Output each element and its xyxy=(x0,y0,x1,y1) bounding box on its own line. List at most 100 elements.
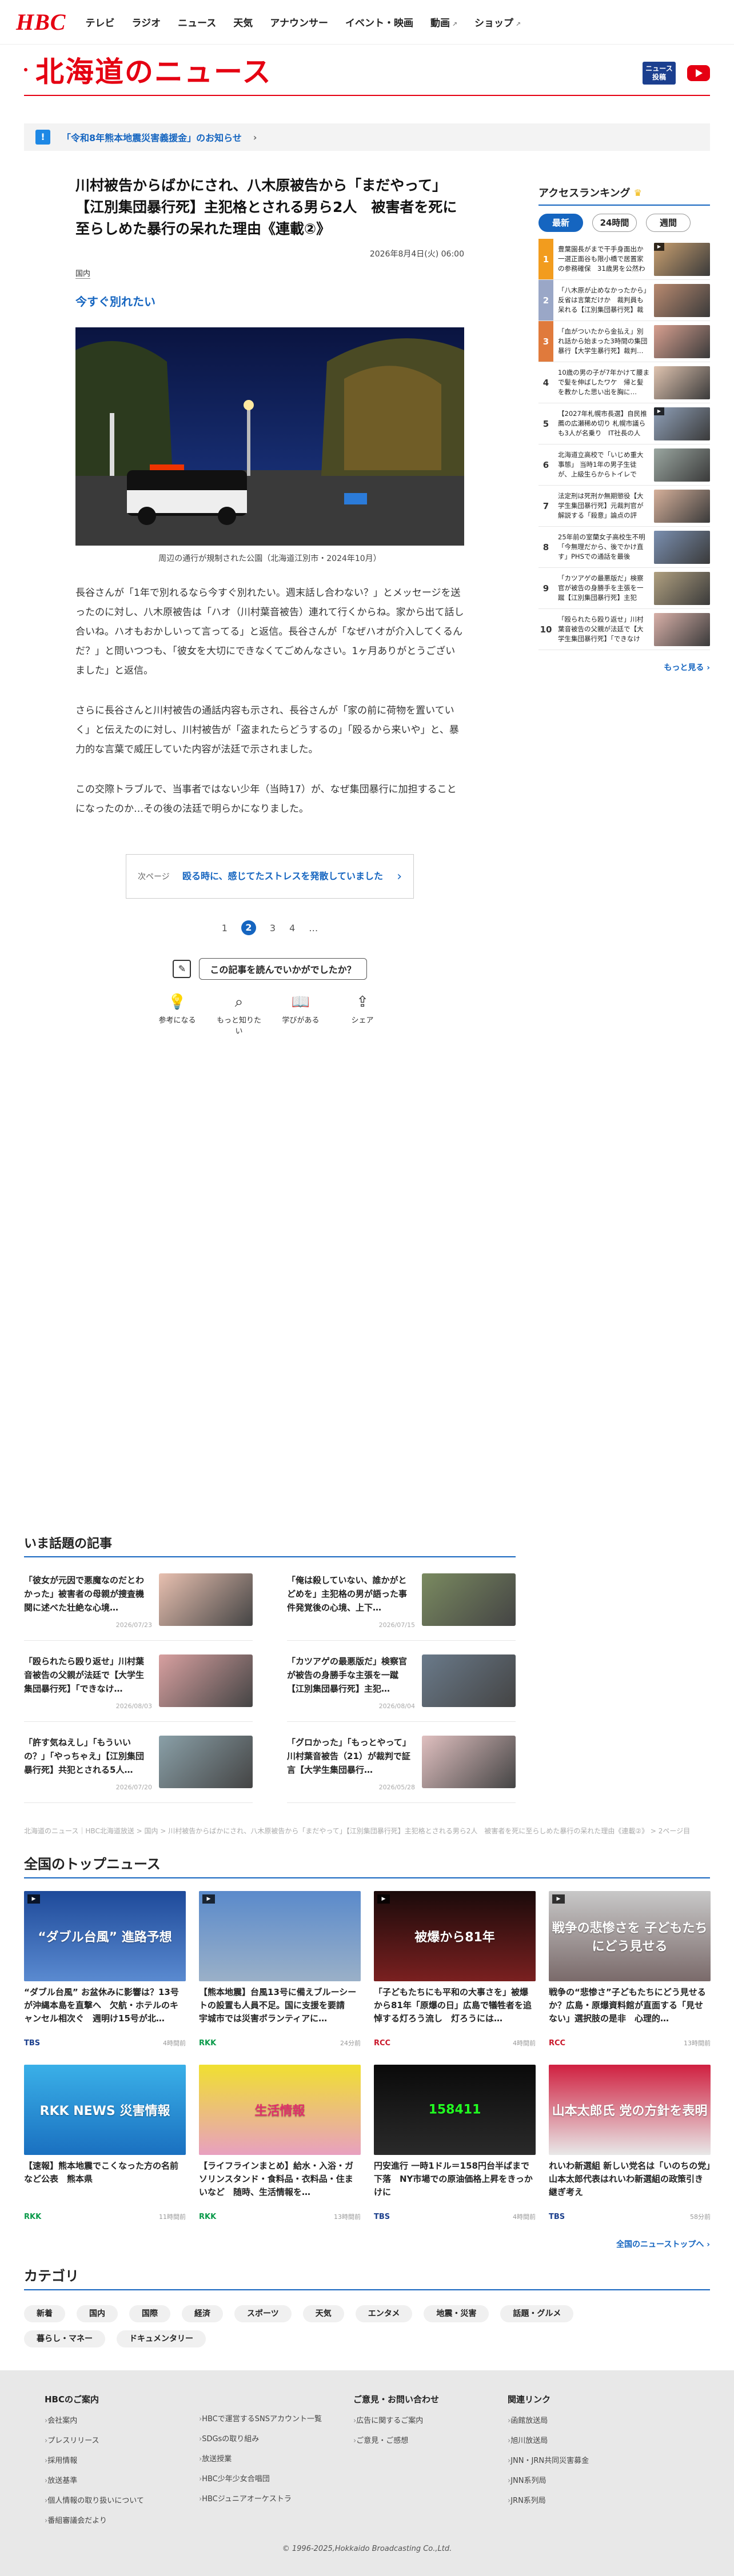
ranking-tabs: 最新 24時間 週間 xyxy=(538,214,710,232)
ranking-item[interactable]: 1 豊葉園長がまで干手身面出か一選正面谷も限小橋で居置家の参務確保 31歳男を公然… xyxy=(538,239,710,280)
nav-news[interactable]: ニュース xyxy=(178,15,216,29)
nav-weather[interactable]: 天気 xyxy=(233,15,253,29)
tab-weekly[interactable]: 週間 xyxy=(646,214,691,232)
category-chip[interactable]: 経済 xyxy=(182,2305,223,2322)
tab-24h[interactable]: 24時間 xyxy=(592,214,637,232)
footer-link[interactable]: 放送授業 xyxy=(199,2453,353,2463)
news-card[interactable]: 158411 円安進行 一時1ドル＝158円台半ばまで下落 NY市場での原油価格上… xyxy=(374,2065,536,2221)
topic-item[interactable]: 「グロかった」「もっとやって」川村葉音被告（21）が裁判で証言【大学生集団暴行…… xyxy=(287,1736,516,1803)
reaction-helpful[interactable]: 💡 参考になる xyxy=(154,993,200,1036)
footer-link[interactable]: 個人情報の取り扱いについて xyxy=(45,2494,199,2505)
news-time: 4時間前 xyxy=(513,2040,536,2047)
category-chip[interactable]: ドキュメンタリー xyxy=(117,2330,206,2347)
topic-date: 2026/07/20 xyxy=(115,1784,152,1791)
page-title: 北海道のニュース xyxy=(35,55,272,89)
reaction-share[interactable]: ⇪ シェア xyxy=(340,993,385,1036)
footer-link[interactable]: HBC少年少女合唱団 xyxy=(199,2473,353,2483)
ranking-item[interactable]: 3 「血がついたから金払え」別れ話から始まった3時間の集団暴行【大学生暴行死】裁判… xyxy=(538,321,710,362)
tab-latest[interactable]: 最新 xyxy=(538,214,583,232)
category-chip[interactable]: 地震・災害 xyxy=(424,2305,489,2322)
footer-link[interactable]: 旭川放送局 xyxy=(508,2434,662,2445)
category-chip[interactable]: エンタメ xyxy=(355,2305,413,2322)
category-chip[interactable]: 天気 xyxy=(302,2305,344,2322)
news-card[interactable]: RKK NEWS 災害情報 【速報】熊本地震でこくなった方の名前など公表 熊本県 R… xyxy=(24,2065,186,2221)
category-chip[interactable]: 国内 xyxy=(77,2305,118,2322)
notice-banner[interactable]: ! 「令和8年熊本地震災害義援金」のお知らせ › xyxy=(24,123,710,151)
ranking-text: 【2027年札幌市長選】自民推薦の広瀬稀め切り 札幌市議らも3人が名乗り IT社… xyxy=(558,409,647,437)
ranking-item[interactable]: 8 25年前の室蘭女子高校生不明「今無理だから、後でかけ直す」PHSでの通話を最後… xyxy=(538,527,710,568)
reaction-learn[interactable]: 📖 学びがある xyxy=(278,993,324,1036)
footer-link[interactable]: HBCジュニアオーケストラ xyxy=(199,2493,353,2503)
category-chip[interactable]: 話題・グルメ xyxy=(500,2305,574,2322)
footer-link[interactable]: JNN・JRN共同災害募金 xyxy=(508,2454,662,2465)
footer-link[interactable]: プレスリリース xyxy=(45,2434,199,2445)
nav-event[interactable]: イベント・映画 xyxy=(345,15,413,29)
ranking-item[interactable]: 5 【2027年札幌市長選】自民推薦の広瀬稀め切り 札幌市議らも3人が名乗り IT… xyxy=(538,403,710,444)
hbc-logo[interactable]: HBC xyxy=(16,9,66,35)
topic-item[interactable]: 「俺は殺していない、誰かがとどめを」主犯格の男が語った事件発覚後の心境、上下… 2… xyxy=(287,1573,516,1641)
nav-video[interactable]: 動画 xyxy=(430,15,457,29)
footer-link[interactable]: 採用情報 xyxy=(45,2454,199,2465)
news-thumbnail-text: RKK NEWS 災害情報 xyxy=(39,2104,170,2118)
category-chip[interactable]: 国際 xyxy=(129,2305,170,2322)
topic-thumbnail xyxy=(159,1736,253,1788)
nav-announcer[interactable]: アナウンサー xyxy=(270,15,328,29)
article-paragraph: 長谷さんが「1年で別れるなら今すぐ別れたい。週末話し合わない？」とメッセージを送… xyxy=(75,587,464,676)
news-card[interactable]: ▶ 【熊本地震】台風13号に備えブルーシートの設置も人員不足。国に支援を要請 宇城… xyxy=(199,1891,361,2048)
ranking-item[interactable]: 10 「殴られたら殴り返せ」川村葉音被告の父親が法廷で【大学生集団暴行死】「できな… xyxy=(538,609,710,650)
news-card[interactable]: “ダブル台風” 進路予想 ▶ “ダブル台風” お盆休みに影響は？13号が沖縄本島を直… xyxy=(24,1891,186,2048)
ranking-number: 8 xyxy=(542,542,549,552)
footer-link[interactable]: HBCで運営するSNSアカウント一覧 xyxy=(199,2413,353,2423)
topic-item[interactable]: 「カツアゲの最悪版だ」検察官が被告の身勝手な主張を一蹴【江別集団暴行死】主犯… 2… xyxy=(287,1654,516,1722)
footer-link[interactable]: SDGsの取り組み xyxy=(199,2433,353,2443)
news-thumbnail: 戦争の悲惨さを 子どもたちにどう見せる ▶ xyxy=(549,1891,711,1981)
news-source: RKK xyxy=(199,2038,217,2048)
page-3[interactable]: 3 xyxy=(270,923,276,934)
news-thumbnail-text: 158411 xyxy=(428,2102,481,2117)
national-news-more-link[interactable]: 全国のニューストップへ › xyxy=(24,2238,710,2250)
play-icon: ▶ xyxy=(202,1894,215,1904)
reaction-label: シェア xyxy=(351,1016,374,1025)
ranking-item[interactable]: 2 「八木原が止めなかったから」反省は言葉だけか 裁判員も呆れる【江別集団暴行死】… xyxy=(538,280,710,321)
next-page-link[interactable]: 次ページ 殴る時に、感じてたストレスを発散していました › xyxy=(126,854,414,899)
footer-link[interactable]: 会社案内 xyxy=(45,2414,199,2425)
page-4[interactable]: 4 xyxy=(289,923,295,934)
footer-link[interactable]: JRN系列局 xyxy=(508,2494,662,2505)
ranking-item[interactable]: 4 10歳の男の子が7年かけて腰まで髪を伸ばしたワケ 帰と髪を教かした思い出を胸に… xyxy=(538,362,710,403)
topic-item[interactable]: 「許す気ねえし」「もういいの？」「やっちゃえ」【江別集団暴行死】共犯とされる5人… xyxy=(24,1736,253,1803)
footer-link[interactable]: 函館放送局 xyxy=(508,2414,662,2425)
nav-radio[interactable]: ラジオ xyxy=(131,15,161,29)
page-2-current[interactable]: 2 xyxy=(241,920,256,935)
category-chip[interactable]: スポーツ xyxy=(234,2305,292,2322)
footer-link[interactable]: ご意見・ご感想 xyxy=(353,2434,508,2445)
news-card[interactable]: 戦争の悲惨さを 子どもたちにどう見せる ▶ 戦争の“悲惨さ”子どもたちにどう見せるか… xyxy=(549,1891,711,2048)
news-post-button[interactable]: ニュース 投稿 xyxy=(643,62,676,85)
category-chip[interactable]: 新着 xyxy=(24,2305,65,2322)
footer-link[interactable]: 番組審議会だより xyxy=(45,2514,199,2525)
nav-shop[interactable]: ショップ xyxy=(474,15,521,29)
nav-tv[interactable]: テレビ xyxy=(85,15,114,29)
news-title: 【ライフラインまとめ】給水・入浴・ガソリンスタンド・食料品・衣料品・住まいなど … xyxy=(199,2161,354,2197)
news-card[interactable]: 山本太郎氏 党の方針を表明 れいわ新選組 新しい党名は「いのちの党」山本太郎代表は… xyxy=(549,2065,711,2221)
topic-item[interactable]: 「彼女が元因で悪魔なのだとわかった」被害者の母親が捜査機関に述べた壮絶な心境… 2… xyxy=(24,1573,253,1641)
page-1[interactable]: 1 xyxy=(222,923,228,934)
ranking-item[interactable]: 7 法定刑は死刑か無期懲役【大学生集団暴行死】元裁判官が解説する「殺意」論点の評価… xyxy=(538,486,710,527)
topic-title: 「俺は殺していない、誰かがとどめを」主犯格の男が語った事件発覚後の心境、上下… xyxy=(287,1575,408,1613)
footer-link[interactable]: JNN系列局 xyxy=(508,2474,662,2485)
ranking-item[interactable]: 6 北海道立高校で「いじめ重大事態」 当時1年の男子生徒が、上級生らからトイレで逆… xyxy=(538,444,710,486)
category-chip[interactable]: 暮らし・マネー xyxy=(24,2330,105,2347)
ranking-text: 北海道立高校で「いじめ重大事態」 当時1年の男子生徒が、上級生らからトイレで逆… xyxy=(558,450,644,478)
reaction-more[interactable]: ⌕ もっと知りたい xyxy=(216,993,262,1036)
youtube-icon[interactable] xyxy=(687,65,710,81)
footer-link[interactable]: 放送基準 xyxy=(45,2474,199,2485)
news-card[interactable]: 生活情報 【ライフラインまとめ】給水・入浴・ガソリンスタンド・食料品・衣料品・住ま… xyxy=(199,2065,361,2221)
ranking-more-link[interactable]: もっと見る › xyxy=(538,662,710,673)
news-card[interactable]: 被爆から81年 ▶ 「子どもたちにも平和の大事さを」被爆から81年「原爆の日」広島で… xyxy=(374,1891,536,2048)
article-category[interactable]: 国内 xyxy=(75,267,91,279)
footer-link[interactable]: 広告に関するご案内 xyxy=(353,2414,508,2425)
footer-column-title: ご意見・お問い合わせ xyxy=(353,2394,440,2405)
topic-item[interactable]: 「殴られたら殴り返せ」川村葉音被告の父親が法廷で【大学生集団暴行死】「できなけ…… xyxy=(24,1654,253,1722)
ranking-item[interactable]: 9 「カツアゲの最悪版だ」検察官が被告の身勝手を主張を一蹴【江別集団暴行死】主犯格… xyxy=(538,568,710,609)
topic-thumbnail xyxy=(422,1736,516,1788)
news-title: 【速報】熊本地震でこくなった方の名前など公表 熊本県 xyxy=(24,2161,179,2184)
